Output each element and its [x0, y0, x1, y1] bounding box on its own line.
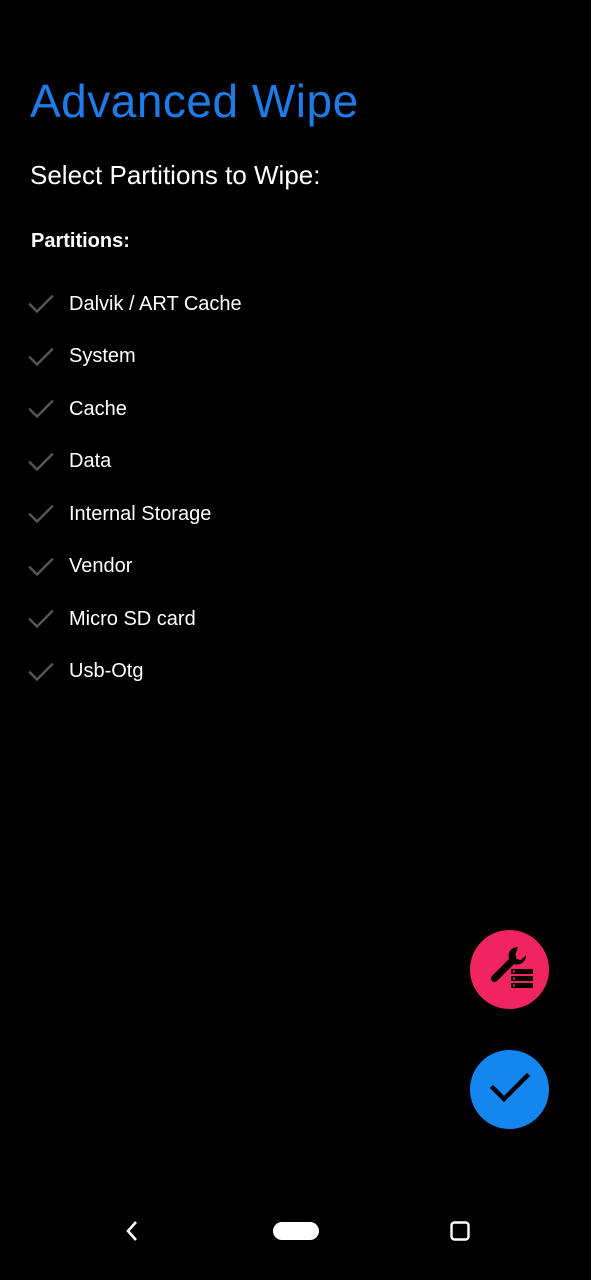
check-icon	[26, 397, 56, 421]
home-pill-icon	[273, 1222, 319, 1244]
partition-item-internal-storage[interactable]: Internal Storage	[26, 488, 426, 541]
partition-label: Dalvik / ART Cache	[69, 292, 242, 315]
check-icon	[26, 502, 56, 526]
check-icon	[26, 555, 56, 579]
partition-list: Dalvik / ART Cache System Cache Data Int…	[26, 278, 426, 698]
nav-back-button[interactable]	[112, 1216, 152, 1250]
partition-item-micro-sd-card[interactable]: Micro SD card	[26, 593, 426, 646]
check-icon	[26, 607, 56, 631]
partition-label: Vendor	[69, 555, 133, 578]
partition-item-usb-otg[interactable]: Usb-Otg	[26, 646, 426, 699]
check-icon	[26, 292, 56, 316]
partition-label: Cache	[69, 397, 127, 420]
check-icon	[26, 660, 56, 684]
system-navigation-bar	[0, 1190, 591, 1280]
check-icon	[488, 1071, 532, 1109]
recents-square-icon	[450, 1221, 470, 1245]
partition-item-cache[interactable]: Cache	[26, 383, 426, 436]
partition-item-vendor[interactable]: Vendor	[26, 541, 426, 594]
partition-label: System	[69, 345, 136, 368]
check-icon	[26, 450, 56, 474]
wrench-list-icon	[480, 938, 540, 1002]
partition-item-system[interactable]: System	[26, 331, 426, 384]
page-subtitle: Select Partitions to Wipe:	[30, 160, 321, 190]
nav-home-button[interactable]	[268, 1220, 324, 1246]
check-icon	[26, 345, 56, 369]
partition-label: Micro SD card	[69, 607, 196, 630]
back-chevron-icon	[124, 1220, 140, 1246]
page-title: Advanced Wipe	[30, 75, 359, 127]
partition-label: Usb-Otg	[69, 660, 144, 683]
tools-fab-button[interactable]	[470, 930, 549, 1009]
partition-label: Internal Storage	[69, 502, 212, 525]
partition-label: Data	[69, 450, 112, 473]
partition-item-dalvik-art-cache[interactable]: Dalvik / ART Cache	[26, 278, 426, 331]
nav-recents-button[interactable]	[440, 1216, 480, 1250]
confirm-wipe-fab-button[interactable]	[470, 1050, 549, 1129]
partitions-section-label: Partitions:	[31, 230, 130, 252]
partition-item-data[interactable]: Data	[26, 436, 426, 489]
